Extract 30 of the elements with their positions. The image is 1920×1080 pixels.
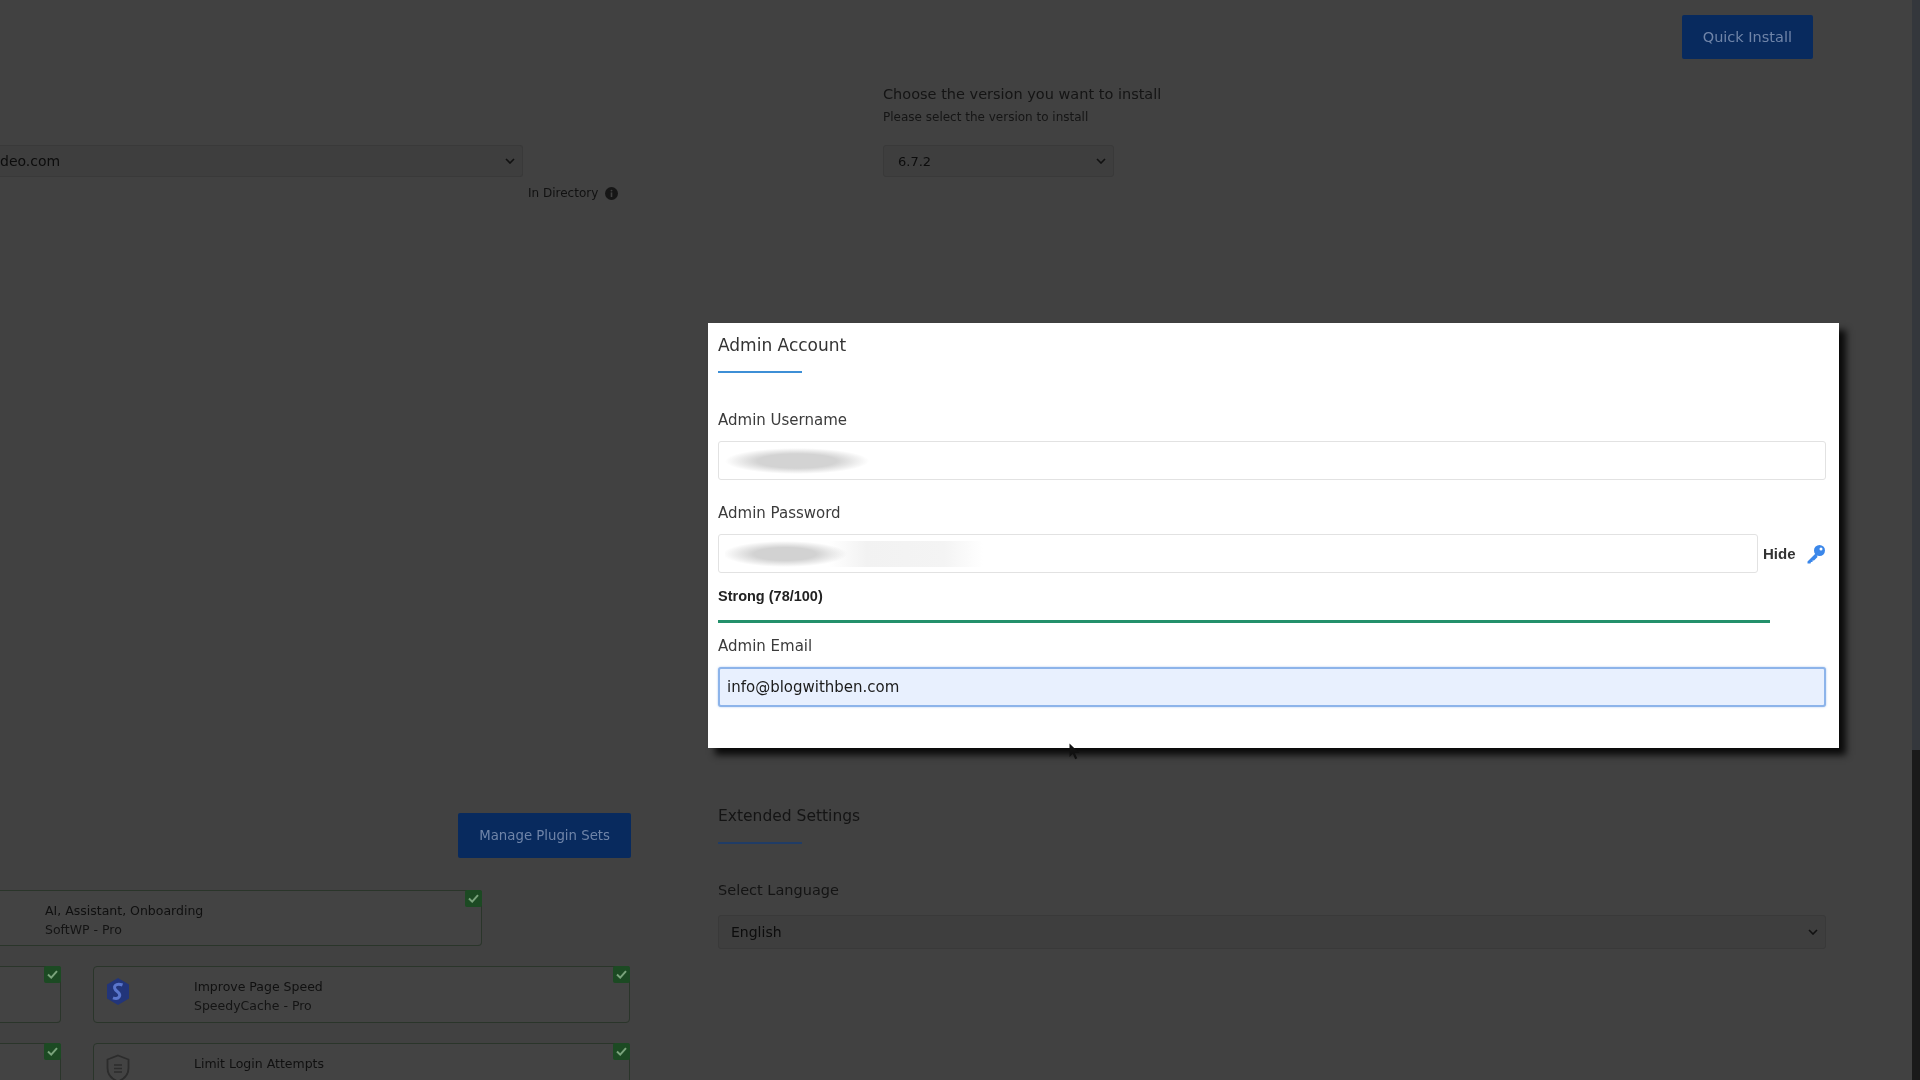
scrollbar[interactable] <box>1912 0 1920 1080</box>
field-label: Admin Username <box>718 410 848 430</box>
strength-label: Strong (78/100) <box>718 587 823 606</box>
manage-plugin-sets-button[interactable]: Manage Plugin Sets <box>458 813 631 858</box>
chevron-down-icon <box>505 158 515 164</box>
checkbox[interactable] <box>613 966 630 983</box>
password-input[interactable] <box>718 534 1758 573</box>
section-title: Admin Account <box>718 334 847 356</box>
check-icon <box>616 970 627 979</box>
s-logo-icon <box>106 977 130 1006</box>
info-icon <box>605 186 619 200</box>
check-icon <box>47 970 58 979</box>
quick-install-button[interactable]: Quick Install <box>1681 15 1813 59</box>
checkbox[interactable] <box>465 890 482 907</box>
key-icon <box>1805 543 1826 564</box>
check-icon <box>468 894 479 903</box>
chevron-down-icon <box>1808 929 1818 935</box>
checkbox[interactable] <box>44 1043 61 1060</box>
field-label: Admin Email <box>718 636 813 656</box>
chevron-down-icon <box>1096 158 1106 164</box>
check-icon <box>616 1047 627 1056</box>
text-input[interactable] <box>718 441 1826 480</box>
text-input[interactable]: info@blogwithben.com <box>718 667 1826 707</box>
mouse-pointer-icon <box>1069 743 1080 760</box>
checkbox[interactable] <box>44 966 61 983</box>
scrollbar-thumb[interactable] <box>1912 0 1920 750</box>
hide-password-button[interactable]: Hide <box>1763 543 1826 564</box>
field-label: Admin Password <box>718 503 841 523</box>
checkbox[interactable] <box>613 1043 630 1060</box>
check-icon <box>47 1047 58 1056</box>
